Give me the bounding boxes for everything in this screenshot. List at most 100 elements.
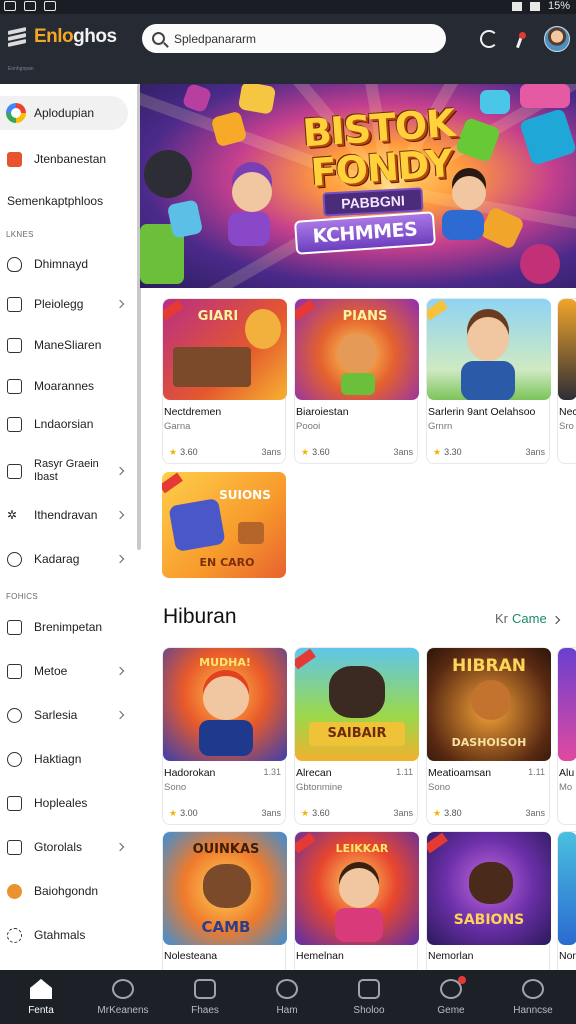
sidebar-item-10[interactable]: Kadarag: [0, 544, 136, 574]
game-card[interactable]: GIARI Nectdremen Garna ★ 3.60 3ans: [162, 298, 287, 464]
game-title: Meatioamsan: [428, 767, 492, 779]
game-thumbnail: PIANS: [295, 299, 419, 400]
chevron-right-icon: [115, 710, 125, 720]
mic-icon: [276, 979, 298, 999]
game-thumbnail: [558, 299, 576, 400]
sidebar-item-2[interactable]: Semenkaptphloos: [0, 186, 136, 216]
game-thumbnail: LEIKKAR: [295, 832, 419, 945]
apps-icon: [194, 979, 216, 999]
game-card[interactable]: OUINKAS CAMB Nolesteana: [162, 831, 287, 970]
sidebar-item-6[interactable]: Moarannes: [0, 371, 136, 401]
sidebar-item-9[interactable]: ✲ Ithendravan: [0, 500, 136, 530]
game-rating: ★ 3.60: [169, 447, 198, 457]
refresh-icon[interactable]: [480, 30, 498, 48]
app-logo[interactable]: Enloghos: [6, 26, 117, 48]
sidebar-item-18[interactable]: Gtahmals: [0, 920, 136, 950]
character-left: [232, 172, 272, 212]
game-size: 3ans: [525, 808, 545, 818]
game-title: Nectdremen: [164, 406, 222, 418]
decorative-block: [480, 90, 510, 114]
decorative-ball: [144, 150, 192, 198]
nav-item-apps[interactable]: Fhaes: [164, 970, 246, 1024]
logo-text: Enloghos: [34, 26, 117, 47]
game-card[interactable]: PIANS Biaroiestan Poooi ★ 3.60 3ans: [294, 298, 419, 464]
game-size: 3ans: [525, 447, 545, 457]
section-title: Hiburan: [163, 605, 237, 628]
game-card[interactable]: SUIONS EN CARO: [162, 472, 286, 578]
game-category: Garna: [164, 421, 191, 432]
nav-item-home[interactable]: Fenta: [0, 970, 82, 1024]
nav-item-mic[interactable]: Ham: [246, 970, 328, 1024]
coin-icon: [7, 883, 22, 899]
sidebar-item-8[interactable]: Rasyr Graein Ibast: [0, 454, 136, 488]
game-title: Nor: [559, 950, 576, 962]
sidebar-item-13[interactable]: Sarlesia: [0, 700, 136, 730]
hero-banner[interactable]: BISTOK FONDY PABBGNI KCHMMES: [140, 84, 576, 288]
game-card[interactable]: MUDHA! Hadorokan 1.31 Sono ★ 3.00 3ans: [162, 647, 287, 825]
game-title: Nec: [559, 406, 576, 418]
status-system-icons: 15%: [511, 0, 570, 12]
box-icon: [358, 979, 380, 999]
game-card[interactable]: Sarlerin 9ant Oelahsoo Grnrn ★ 3.30 3ans: [426, 298, 551, 464]
game-category: Sono: [428, 782, 451, 793]
game-card[interactable]: SAIBAIR Alrecan 1.11 Gbtonmine ★ 3.60 3an…: [294, 647, 419, 825]
home-icon: [30, 979, 52, 999]
game-rating: ★ 3.30: [433, 447, 462, 457]
game-size: 3ans: [393, 808, 413, 818]
game-card-partial[interactable]: Nor: [557, 831, 576, 970]
status-notification-icons: [4, 1, 56, 11]
game-thumbnail: [427, 299, 551, 400]
sidebar-section-label: LKNES: [6, 230, 34, 239]
see-more-link[interactable]: Kr Came: [495, 611, 560, 626]
game-thumbnail: SUIONS EN CARO: [162, 472, 286, 578]
sidebar-item-3[interactable]: Dhimnayd: [0, 249, 136, 279]
sidebar-item-4[interactable]: Pleiolegg: [0, 289, 136, 319]
game-rating: ★ 3.60: [301, 447, 330, 457]
games-icon: [112, 979, 134, 999]
sidebar-item-15[interactable]: Hopleales: [0, 788, 136, 818]
game-title: Hadorokan: [164, 767, 216, 779]
search-bar[interactable]: [142, 24, 446, 53]
game-category: Mo: [559, 782, 573, 793]
sidebar-item-0[interactable]: Aplodupian: [0, 96, 128, 130]
nav-item-account[interactable]: Hanncse: [492, 970, 574, 1024]
game-thumbnail: GIARI: [163, 299, 287, 400]
game-rating: ★ 3.60: [301, 808, 330, 818]
chevron-right-icon: [115, 510, 125, 520]
store-icon: [6, 103, 26, 123]
game-card[interactable]: LEIKKAR Hemelnan: [294, 831, 419, 970]
nav-item-gamepad[interactable]: Geme: [410, 970, 492, 1024]
sidebar-item-7[interactable]: Lndaorsian: [0, 409, 136, 439]
nav-item-games[interactable]: MrKeanens: [82, 970, 164, 1024]
game-title: Alu: [559, 767, 575, 779]
game-title: Hemelnan: [296, 950, 344, 962]
game-card-partial[interactable]: Nec Sro: [557, 298, 576, 464]
sidebar-item-1[interactable]: Jtenbanestan: [0, 144, 136, 174]
sidebar-item-14[interactable]: Haktiagn: [0, 744, 136, 774]
game-thumbnail: MUDHA!: [163, 648, 287, 761]
avatar[interactable]: [544, 26, 570, 52]
sidebar-item-12[interactable]: Metoe: [0, 656, 136, 686]
sidebar-item-11[interactable]: Brenimpetan: [0, 612, 136, 642]
hero-banner-label: KCHMMES: [293, 211, 437, 255]
decorative-ball: [520, 244, 560, 284]
shield-icon: [7, 256, 22, 272]
grid-icon: [7, 463, 22, 479]
sidebar-item-5[interactable]: ManeSliaren: [0, 330, 136, 360]
sidebar-item-16[interactable]: Gtorolals: [0, 832, 136, 862]
chevron-right-icon: [115, 466, 125, 476]
sidebar-item-17[interactable]: Baiohgondn: [0, 876, 136, 906]
game-card[interactable]: HIBRAN DASHOISOH Meatioamsan 1.11 Sono ★…: [426, 647, 551, 825]
logo-tagline: Eonhgnpan: [8, 66, 34, 72]
nav-item-box[interactable]: Sholoo: [328, 970, 410, 1024]
game-thumbnail: HIBRAN DASHOISOH: [427, 648, 551, 761]
search-input[interactable]: [174, 31, 434, 46]
game-card[interactable]: SABIONS Nemorlan: [426, 831, 551, 970]
chevron-right-icon: [115, 299, 125, 309]
game-card-partial[interactable]: Alu Mo: [557, 647, 576, 825]
music-icon: [7, 663, 22, 679]
notification-icon[interactable]: [515, 32, 526, 48]
settings-icon: [7, 927, 22, 943]
decorative-block: [166, 199, 204, 239]
character-right-body: [442, 210, 484, 240]
